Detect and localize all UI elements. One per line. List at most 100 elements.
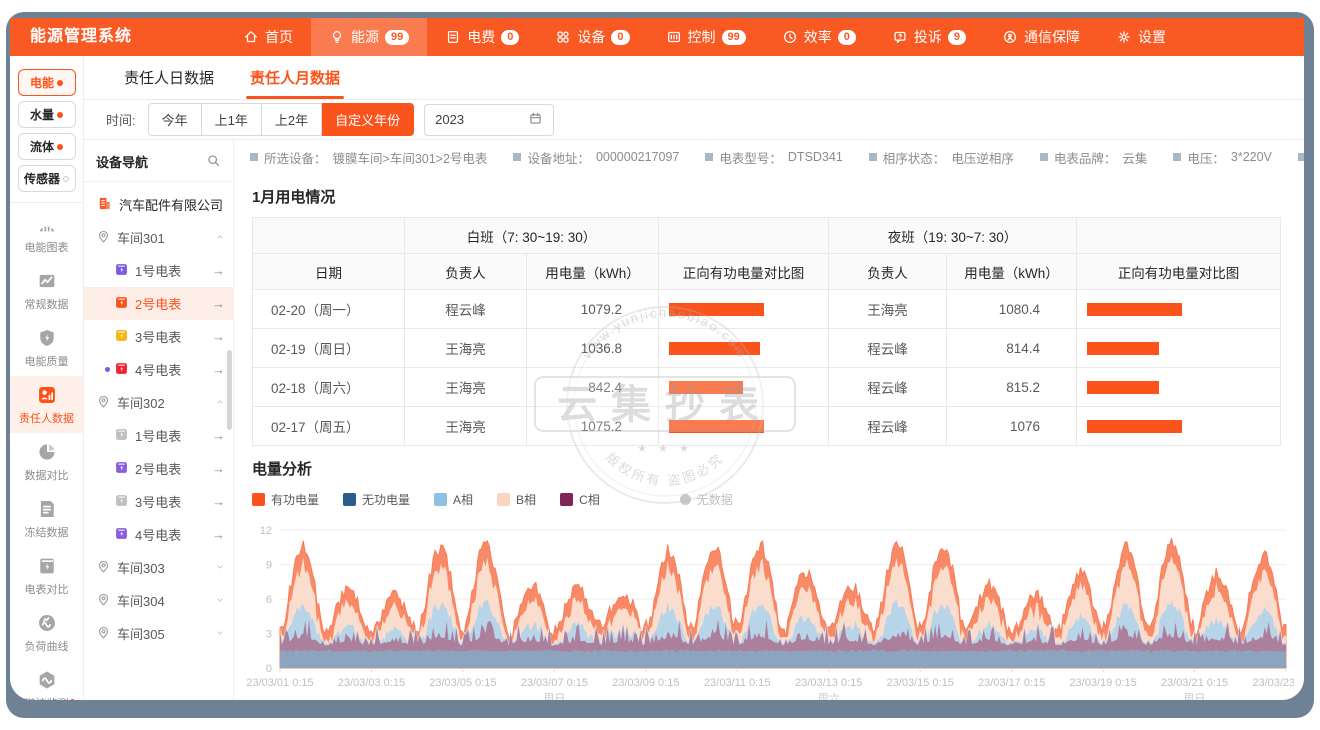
legend-item-A相[interactable]: A相 (434, 491, 473, 508)
tree-group-车间302[interactable]: 车间302 (84, 386, 233, 419)
info-item: 所选设备：镀膜车间>车间301>2号电表 (250, 148, 487, 167)
tree-group-车间304[interactable]: 车间304 (84, 584, 233, 617)
goto-arrow-icon[interactable]: → (212, 428, 225, 443)
tab-责任人月数据[interactable]: 责任人月数据 (232, 56, 358, 99)
tree-meter-车间301-4号电表[interactable]: 4号电表→ (84, 353, 233, 386)
time-option-今年[interactable]: 今年 (148, 103, 202, 136)
tree-meter-车间301-1号电表[interactable]: 1号电表→ (84, 254, 233, 287)
meter-compare-icon (36, 555, 58, 577)
rail-item-label: 负荷曲线 (25, 638, 69, 654)
rail-item-电能图表[interactable]: 电能图表 (10, 205, 83, 262)
nav-item-效率[interactable]: 效率0 (764, 18, 874, 56)
gear-icon (1116, 29, 1132, 45)
legend-swatch (497, 493, 510, 506)
nav-item-label: 设备 (577, 27, 605, 47)
rail-item-负荷曲线[interactable]: 负荷曲线 (10, 604, 83, 661)
info-item: 设备地址：000000217097 (513, 148, 679, 167)
legend-item-有功电量[interactable]: 有功电量 (252, 491, 319, 508)
tree-meter-车间302-3号电表[interactable]: 3号电表→ (84, 485, 233, 518)
tree-scrollbar[interactable] (227, 350, 232, 430)
tree-meter-车间301-2号电表[interactable]: 2号电表→ (84, 287, 233, 320)
tree-group-label: 车间303 (117, 558, 209, 577)
tree-group-车间305[interactable]: 车间305 (84, 617, 233, 650)
rail-item-电能质量[interactable]: 电能质量 (10, 319, 83, 376)
search-icon[interactable] (206, 153, 221, 171)
tree-meter-车间301-3号电表[interactable]: 3号电表→ (84, 320, 233, 353)
year-input[interactable]: 2023 (424, 104, 554, 136)
nav-item-通信保障[interactable]: 通信保障 (984, 18, 1098, 56)
cell-day-person: 王海亮 (405, 407, 527, 446)
nav-item-投诉[interactable]: 投诉9 (874, 18, 984, 56)
shield-icon (36, 327, 58, 349)
left-rail: 电能水量流体传感器 电能图表常规数据电能质量责任人数据数据对比冻结数据电表对比负… (10, 56, 84, 700)
goto-arrow-icon[interactable]: → (212, 527, 225, 542)
main-content: 所选设备：镀膜车间>车间301>2号电表设备地址：000000217097电表型… (234, 140, 1304, 700)
calendar-icon[interactable] (528, 111, 543, 129)
y-tick-label: 6 (266, 594, 272, 606)
nav-item-能源[interactable]: 能源99 (311, 18, 427, 56)
tree-meter-车间302-4号电表[interactable]: 4号电表→ (84, 518, 233, 551)
legend-label: 无数据 (697, 491, 733, 508)
tree-company[interactable]: 汽车配件有限公司 (84, 188, 233, 221)
energy-type-传感器[interactable]: 传感器 (18, 165, 76, 192)
nav-item-设置[interactable]: 设置 (1098, 18, 1184, 56)
tab-责任人日数据[interactable]: 责任人日数据 (106, 56, 232, 99)
legend-item-无功电量[interactable]: 无功电量 (343, 491, 410, 508)
nav-badge: 0 (501, 30, 519, 45)
cell-day-person: 程云峰 (405, 290, 527, 329)
rail-item-责任人数据[interactable]: 责任人数据 (10, 376, 83, 433)
goto-arrow-icon[interactable]: → (212, 494, 225, 509)
th-day-shift-group: 白班（7: 30~19: 30） (405, 218, 659, 254)
legend-item-B相[interactable]: B相 (497, 491, 536, 508)
rail-item-谐波监测[interactable]: 谐波监测 (10, 661, 83, 700)
rail-item-电表对比[interactable]: 电表对比 (10, 547, 83, 604)
nav-item-设备[interactable]: 设备0 (537, 18, 647, 56)
rail-item-label: 数据对比 (25, 467, 69, 483)
goto-arrow-icon[interactable]: → (212, 461, 225, 476)
nav-item-label: 投诉 (914, 27, 942, 47)
time-option-自定义年份[interactable]: 自定义年份 (322, 103, 414, 136)
energy-type-水量[interactable]: 水量 (18, 101, 76, 128)
meter-box-icon (114, 493, 129, 511)
caret-down-icon[interactable] (215, 628, 225, 640)
nav-item-控制[interactable]: 控制99 (648, 18, 764, 56)
energy-type-电能[interactable]: 电能 (18, 69, 76, 96)
legend-item-无数据[interactable]: 无数据 (680, 491, 733, 508)
cell-night-kwh: 815.2 (947, 368, 1077, 407)
legend-item-C相[interactable]: C相 (560, 491, 600, 508)
th-night-shift-group: 夜班（19: 30~7: 30） (829, 218, 1077, 254)
goto-arrow-icon[interactable]: → (212, 263, 225, 278)
tree-group-车间301[interactable]: 车间301 (84, 221, 233, 254)
rail-item-常规数据[interactable]: 常规数据 (10, 262, 83, 319)
nav-item-首页[interactable]: 首页 (225, 18, 311, 56)
goto-arrow-icon[interactable]: → (212, 329, 225, 344)
time-option-上1年[interactable]: 上1年 (202, 103, 262, 136)
rail-item-冻结数据[interactable]: 冻结数据 (10, 490, 83, 547)
tree-meter-车间302-1号电表[interactable]: 1号电表→ (84, 419, 233, 452)
cell-night-bar (1077, 290, 1281, 329)
nav-item-电费[interactable]: 电费0 (427, 18, 537, 56)
pin-icon (96, 559, 111, 577)
caret-up-icon[interactable] (215, 232, 225, 244)
night-kwh-bar (1087, 303, 1182, 316)
y-tick-label: 0 (266, 663, 272, 675)
goto-arrow-icon[interactable]: → (212, 362, 225, 377)
usage-table-title: 1月用电情况 (234, 174, 1304, 217)
year-value: 2023 (435, 112, 464, 127)
nav-item-label: 首页 (265, 27, 293, 47)
tree-meter-车间302-2号电表[interactable]: 2号电表→ (84, 452, 233, 485)
goto-arrow-icon[interactable]: → (212, 296, 225, 311)
caret-up-icon[interactable] (215, 397, 225, 409)
time-option-上2年[interactable]: 上2年 (262, 103, 322, 136)
caret-down-icon[interactable] (215, 595, 225, 607)
rail-item-数据对比[interactable]: 数据对比 (10, 433, 83, 490)
info-label: 相序状态： (883, 148, 946, 167)
night-kwh-bar (1087, 381, 1159, 394)
tree-group-车间303[interactable]: 车间303 (84, 551, 233, 584)
energy-type-流体[interactable]: 流体 (18, 133, 76, 160)
wave-circle-icon (36, 612, 58, 634)
caret-down-icon[interactable] (215, 562, 225, 574)
y-tick-label: 3 (266, 629, 272, 641)
cell-night-kwh: 1080.4 (947, 290, 1077, 329)
x-tick-sublabel: 周六 (818, 692, 840, 700)
